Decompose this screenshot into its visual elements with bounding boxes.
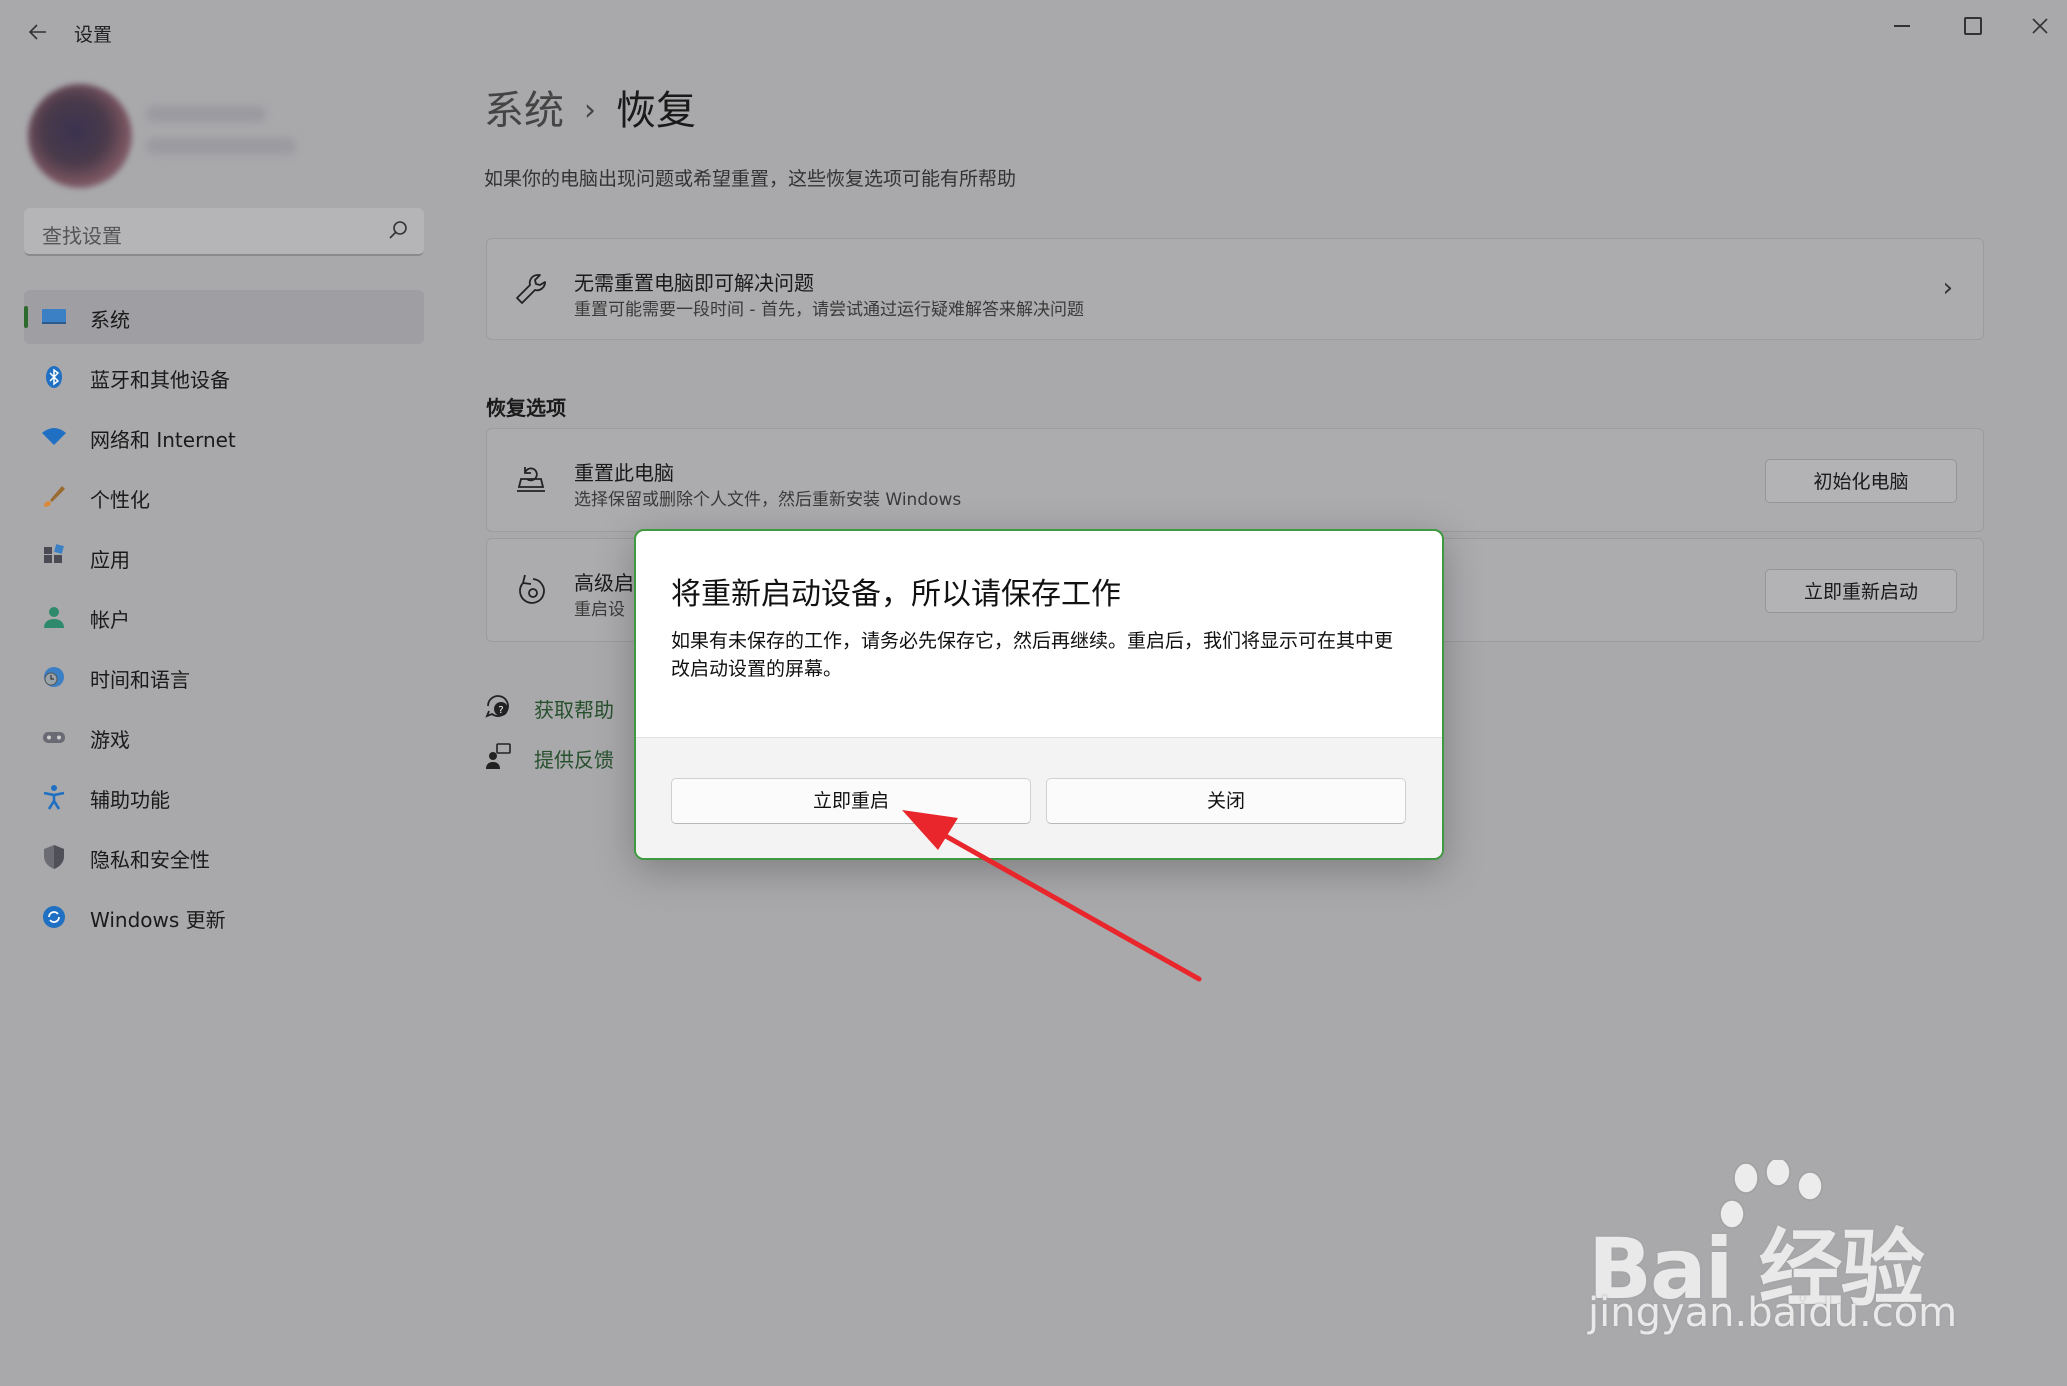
nav-item-windows-update[interactable]: Windows 更新 [24, 890, 424, 944]
restart-now-button[interactable]: 立即重新启动 [1765, 569, 1957, 613]
search-icon [389, 221, 407, 239]
minimize-button[interactable] [1872, 6, 1932, 46]
nav-item-network[interactable]: 网络和 Internet [24, 410, 424, 464]
nav-label: 应用 [90, 548, 130, 572]
nav-label: Windows 更新 [90, 908, 226, 932]
avatar [28, 84, 132, 188]
nav-label: 辅助功能 [90, 788, 170, 812]
page-title: 恢复 [616, 88, 696, 134]
globe-clock-icon [44, 667, 64, 687]
card-title: 无需重置电脑即可解决问题 [574, 271, 814, 295]
breadcrumb: 系统 › 恢复 [484, 78, 696, 136]
nav-label: 个性化 [90, 488, 150, 512]
back-button[interactable] [20, 14, 56, 50]
wrench-icon [516, 274, 546, 304]
profile-email-blurred [146, 138, 296, 154]
back-arrow-icon [28, 24, 46, 40]
card-description: 重启设 [574, 600, 625, 620]
title-bar: 设置 [0, 0, 2067, 62]
nav-item-accessibility[interactable]: 辅助功能 [24, 770, 424, 824]
reset-pc-button[interactable]: 初始化电脑 [1765, 459, 1957, 503]
reset-pc-card: 重置此电脑 选择保留或删除个人文件，然后重新安装 Windows 初始化电脑 [486, 428, 1984, 532]
maximize-icon [1964, 17, 1982, 35]
section-title: 恢复选项 [486, 396, 566, 420]
troubleshoot-card[interactable]: 无需重置电脑即可解决问题 重置可能需要一段时间 - 首先，请尝试通过运行疑难解答… [486, 238, 1984, 340]
close-icon [2032, 18, 2048, 34]
person-icon [44, 607, 64, 628]
search-input[interactable]: 查找设置 [24, 208, 424, 256]
card-description: 重置可能需要一段时间 - 首先，请尝试通过运行疑难解答来解决问题 [574, 300, 1084, 320]
nav-label: 隐私和安全性 [90, 848, 210, 872]
svg-text:?: ? [498, 705, 503, 716]
baidu-jingyan-watermark: Bai 经验 jingyan.baidu.com [1588, 1160, 1968, 1340]
app-title: 设置 [74, 24, 113, 46]
dialog-body: 如果有未保存的工作，请务必先保存它，然后再继续。重启后，我们将显示可在其中更改启… [671, 630, 1394, 680]
maximize-button[interactable] [1943, 6, 2003, 46]
nav-label: 游戏 [90, 728, 130, 752]
card-description: 选择保留或删除个人文件，然后重新安装 Windows [574, 490, 962, 510]
update-icon [43, 906, 65, 928]
watermark-url: jingyan.baidu.com [1588, 1290, 1958, 1336]
reset-pc-icon [517, 467, 545, 492]
nav-item-apps[interactable]: 应用 [24, 530, 424, 584]
nav-label: 时间和语言 [90, 668, 190, 692]
settings-window: 设置 查找设置 系统 蓝牙和其他设备 网络和 Internet 个性化 应用 帐… [0, 0, 2067, 1386]
nav-item-gaming[interactable]: 游戏 [24, 710, 424, 764]
link-label: 获取帮助 [534, 698, 614, 722]
user-profile[interactable] [10, 76, 310, 206]
nav-label: 蓝牙和其他设备 [90, 368, 230, 392]
dialog-title: 将重新启动设备，所以请保存工作 [671, 577, 1121, 612]
wifi-icon [42, 428, 66, 445]
card-title: 高级启 [574, 571, 634, 595]
accessibility-icon [43, 785, 65, 810]
monitor-icon [42, 309, 66, 324]
brush-icon [44, 486, 65, 507]
close-dialog-button[interactable]: 关闭 [1046, 778, 1406, 824]
gamepad-icon [43, 732, 65, 743]
profile-name-blurred [146, 106, 266, 122]
apps-icon [44, 544, 64, 563]
help-icon: ? [485, 695, 509, 718]
breadcrumb-separator: › [584, 93, 596, 128]
nav-item-system[interactable]: 系统 [24, 290, 424, 344]
dialog-footer: 立即重启 关闭 [636, 737, 1442, 858]
restart-now-dialog-button[interactable]: 立即重启 [671, 778, 1031, 824]
nav-label: 系统 [90, 308, 130, 332]
minimize-icon [1894, 25, 1910, 27]
nav-item-time-language[interactable]: 时间和语言 [24, 650, 424, 704]
nav-item-accounts[interactable]: 帐户 [24, 590, 424, 644]
nav-label: 帐户 [90, 608, 130, 632]
nav-item-bluetooth[interactable]: 蓝牙和其他设备 [24, 350, 424, 404]
close-button[interactable] [2010, 6, 2067, 46]
bluetooth-icon [46, 366, 62, 388]
nav-label: 网络和 Internet [90, 428, 236, 452]
active-indicator [24, 306, 28, 328]
link-label: 提供反馈 [534, 748, 614, 772]
advanced-startup-icon [519, 574, 545, 604]
search-placeholder: 查找设置 [42, 224, 122, 248]
chevron-right-icon: › [1942, 273, 1953, 303]
feedback-icon [486, 743, 511, 769]
nav-item-privacy[interactable]: 隐私和安全性 [24, 830, 424, 884]
restart-dialog: 将重新启动设备，所以请保存工作 如果有未保存的工作，请务必先保存它，然后再继续。… [634, 529, 1444, 860]
shield-icon [44, 845, 64, 869]
page-subtitle: 如果你的电脑出现问题或希望重置，这些恢复选项可能有所帮助 [484, 168, 1017, 190]
breadcrumb-parent[interactable]: 系统 [484, 88, 564, 134]
nav-item-personalization[interactable]: 个性化 [24, 470, 424, 524]
card-title: 重置此电脑 [574, 461, 674, 485]
